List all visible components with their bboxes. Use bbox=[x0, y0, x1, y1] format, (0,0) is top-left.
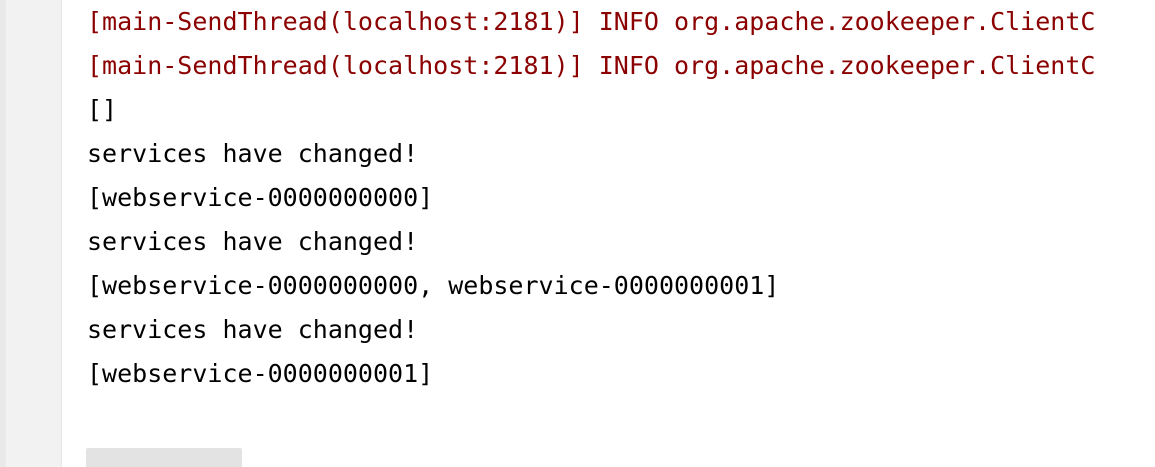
console-output-panel[interactable]: [main-SendThread(localhost:2181)] INFO o… bbox=[0, 0, 1155, 467]
console-line-stdout: services have changed! bbox=[87, 315, 419, 344]
console-line-stdout: [webservice-0000000001] bbox=[87, 359, 434, 388]
console-line-stderr: [main-SendThread(localhost:2181)] INFO o… bbox=[87, 7, 1096, 36]
console-gutter-edge bbox=[0, 0, 6, 467]
console-line-stdout: [webservice-0000000000, webservice-00000… bbox=[87, 271, 780, 300]
console-line-stderr: [main-SendThread(localhost:2181)] INFO o… bbox=[87, 51, 1096, 80]
console-line-stdout: [webservice-0000000000] bbox=[87, 183, 434, 212]
console-line-stdout: [] bbox=[87, 95, 118, 124]
horizontal-scrollbar-thumb[interactable] bbox=[86, 448, 242, 467]
console-line-stdout: services have changed! bbox=[87, 139, 419, 168]
console-gutter bbox=[0, 0, 62, 467]
console-line-stdout: services have changed! bbox=[87, 227, 419, 256]
console-text-area[interactable]: [main-SendThread(localhost:2181)] INFO o… bbox=[87, 0, 1155, 420]
